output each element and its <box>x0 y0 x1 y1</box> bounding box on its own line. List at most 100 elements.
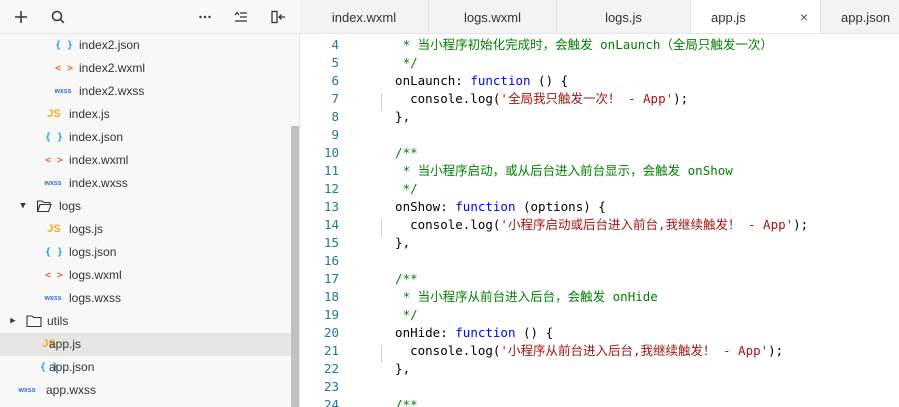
line-number: 13 <box>323 199 339 214</box>
file-tree: { } index2.json < > index2.wxml wxss index2.w… <box>0 34 291 407</box>
code-line[interactable]: 18 * 当小程序从前台进入后台，会触发 onHide <box>300 288 899 306</box>
wxss-file-icon: wxss <box>54 88 72 95</box>
code-text: * 当小程序初始化完成时，会触发 onLaunch（全局只触发一次） <box>380 37 773 52</box>
tree-item-logs-js[interactable]: JS logs.js <box>0 218 291 241</box>
code-line[interactable]: 10 /** <box>300 144 899 162</box>
code-text: */ <box>380 307 418 322</box>
line-number: 10 <box>323 145 339 160</box>
code-line[interactable]: 16 <box>300 252 899 270</box>
tree-item-label: logs.js <box>69 222 104 236</box>
chevron-right-icon[interactable]: ▶ <box>7 310 19 333</box>
tree-item-app-json[interactable]: { } app.json <box>0 356 291 379</box>
panel-toggle-icon[interactable] <box>269 8 287 26</box>
code-line[interactable]: 13 onShow: function (options) { <box>300 198 899 216</box>
code-line[interactable]: 20 onHide: function () { <box>300 324 899 342</box>
tree-item-logs-wxss[interactable]: wxss logs.wxss <box>0 287 291 310</box>
tree-item-index2-json[interactable]: { } index2.json <box>0 34 291 57</box>
line-number: 6 <box>331 73 339 88</box>
tree-item-label: logs.wxss <box>69 291 122 305</box>
tab-app-js[interactable]: app.js × <box>691 0 821 33</box>
line-number: 21 <box>323 343 339 358</box>
line-number: 4 <box>331 37 339 52</box>
file-explorer: { } index2.json < > index2.wxml wxss index2.w… <box>0 0 300 407</box>
line-number: 18 <box>323 289 339 304</box>
code-text: }, <box>380 109 411 124</box>
tree-item-label: index.wxss <box>69 176 128 190</box>
wxss-file-icon: wxss <box>44 295 62 302</box>
code-line[interactable]: 23 <box>300 378 899 396</box>
code-text: }, <box>380 361 411 376</box>
tree-item-label: index.json <box>69 130 124 144</box>
wxml-file-icon: < > <box>45 270 64 281</box>
tree-item-label: index.js <box>69 107 110 121</box>
code-line[interactable]: 17 /** <box>300 270 899 288</box>
tree-item-index-wxml[interactable]: < > index.wxml <box>0 149 291 172</box>
tree-item-index-js[interactable]: JS index.js <box>0 103 291 126</box>
code-text: onLaunch: function () { <box>380 73 569 88</box>
tree-item-label: logs.wxml <box>69 268 122 282</box>
plus-icon[interactable] <box>12 8 30 26</box>
tree-item-utils[interactable]: ▶ utils <box>0 310 291 333</box>
code-text: */ <box>380 181 418 196</box>
folder-open-icon <box>35 195 53 218</box>
editor-tab-bar: index.wxml logs.wxml logs.js app.js × app.jso… <box>300 0 899 34</box>
code-line[interactable]: 12 */ <box>300 180 899 198</box>
code-line[interactable]: 4 * 当小程序初始化完成时，会触发 onLaunch（全局只触发一次） <box>300 36 899 54</box>
tree-item-label: app.js <box>49 337 82 351</box>
code-line[interactable]: 22 }, <box>300 360 899 378</box>
code-line[interactable]: 24 /** <box>300 396 899 407</box>
json-file-icon: { } <box>45 247 64 258</box>
code-line[interactable]: 5 */ <box>300 54 899 72</box>
tree-item-label: utils <box>47 314 69 328</box>
code-text: * 当小程序启动，或从后台进入前台显示，会触发 onShow <box>380 163 733 178</box>
code-line[interactable]: 6 onLaunch: function () { <box>300 72 899 90</box>
sidebar-scrollbar[interactable] <box>291 126 299 407</box>
line-number: 19 <box>323 307 339 322</box>
code-text: /** <box>380 145 418 160</box>
code-line[interactable]: 11 * 当小程序启动，或从后台进入前台显示，会触发 onShow <box>300 162 899 180</box>
json-file-icon: { } <box>55 40 74 51</box>
tree-item-index-wxss[interactable]: wxss index.wxss <box>0 172 291 195</box>
code-text: console.log('小程序从前台进入后台,我继续触发！ - App'); <box>380 343 784 358</box>
tab-app-json[interactable]: app.json <box>821 0 899 33</box>
line-number: 20 <box>323 325 339 340</box>
tree-item-label: logs <box>59 199 82 213</box>
more-icon[interactable] <box>196 8 214 26</box>
collapse-icon[interactable] <box>232 8 250 26</box>
tab-index-wxml[interactable]: index.wxml <box>300 0 429 33</box>
code-line[interactable]: 9 <box>300 126 899 144</box>
json-file-icon: { } <box>45 132 64 143</box>
wxml-file-icon: < > <box>55 63 74 74</box>
close-icon[interactable]: × <box>800 0 808 33</box>
tree-item-label: index2.wxml <box>79 61 146 75</box>
tree-item-app-js[interactable]: JS app.js <box>0 333 291 356</box>
tree-item-app-wxss[interactable]: wxss app.wxss <box>0 379 291 402</box>
tab-logs-js[interactable]: logs.js <box>557 0 691 33</box>
code-line[interactable]: 14 console.log('小程序启动或后台进入前台,我继续触发！ - Ap… <box>300 216 899 234</box>
wxml-file-icon: < > <box>45 155 64 166</box>
code-text: console.log('小程序启动或后台进入前台,我继续触发！ - App')… <box>380 217 809 232</box>
code-line[interactable]: 15 }, <box>300 234 899 252</box>
tree-item-logs-json[interactable]: { } logs.json <box>0 241 291 264</box>
code-editor[interactable]: 4 * 当小程序初始化完成时，会触发 onLaunch（全局只触发一次） 5 */… <box>300 34 899 407</box>
code-line[interactable]: 21 console.log('小程序从前台进入后台,我继续触发！ - App'… <box>300 342 899 360</box>
code-line[interactable]: 19 */ <box>300 306 899 324</box>
search-icon[interactable] <box>49 8 67 26</box>
tab-label: app.json <box>841 10 891 25</box>
line-number: 15 <box>323 235 339 250</box>
code-text: onHide: function () { <box>380 325 554 340</box>
tab-logs-wxml[interactable]: logs.wxml <box>429 0 557 33</box>
code-line[interactable]: 7 console.log('全局我只触发一次！ - App'); <box>300 90 899 108</box>
code-text: /** <box>380 397 418 407</box>
tree-item-logs-wxml[interactable]: < > logs.wxml <box>0 264 291 287</box>
tree-item-index-json[interactable]: { } index.json <box>0 126 291 149</box>
line-number: 11 <box>323 163 339 178</box>
tree-item-logs[interactable]: ▼ logs <box>0 195 291 218</box>
tree-item-index2-wxss[interactable]: wxss index2.wxss <box>0 80 291 103</box>
line-number: 17 <box>323 271 339 286</box>
chevron-down-icon[interactable]: ▼ <box>17 195 29 218</box>
code-line[interactable]: 8 }, <box>300 108 899 126</box>
wxss-file-icon: wxss <box>18 387 36 394</box>
tree-item-label: logs.json <box>69 245 117 259</box>
tree-item-index2-wxml[interactable]: < > index2.wxml <box>0 57 291 80</box>
